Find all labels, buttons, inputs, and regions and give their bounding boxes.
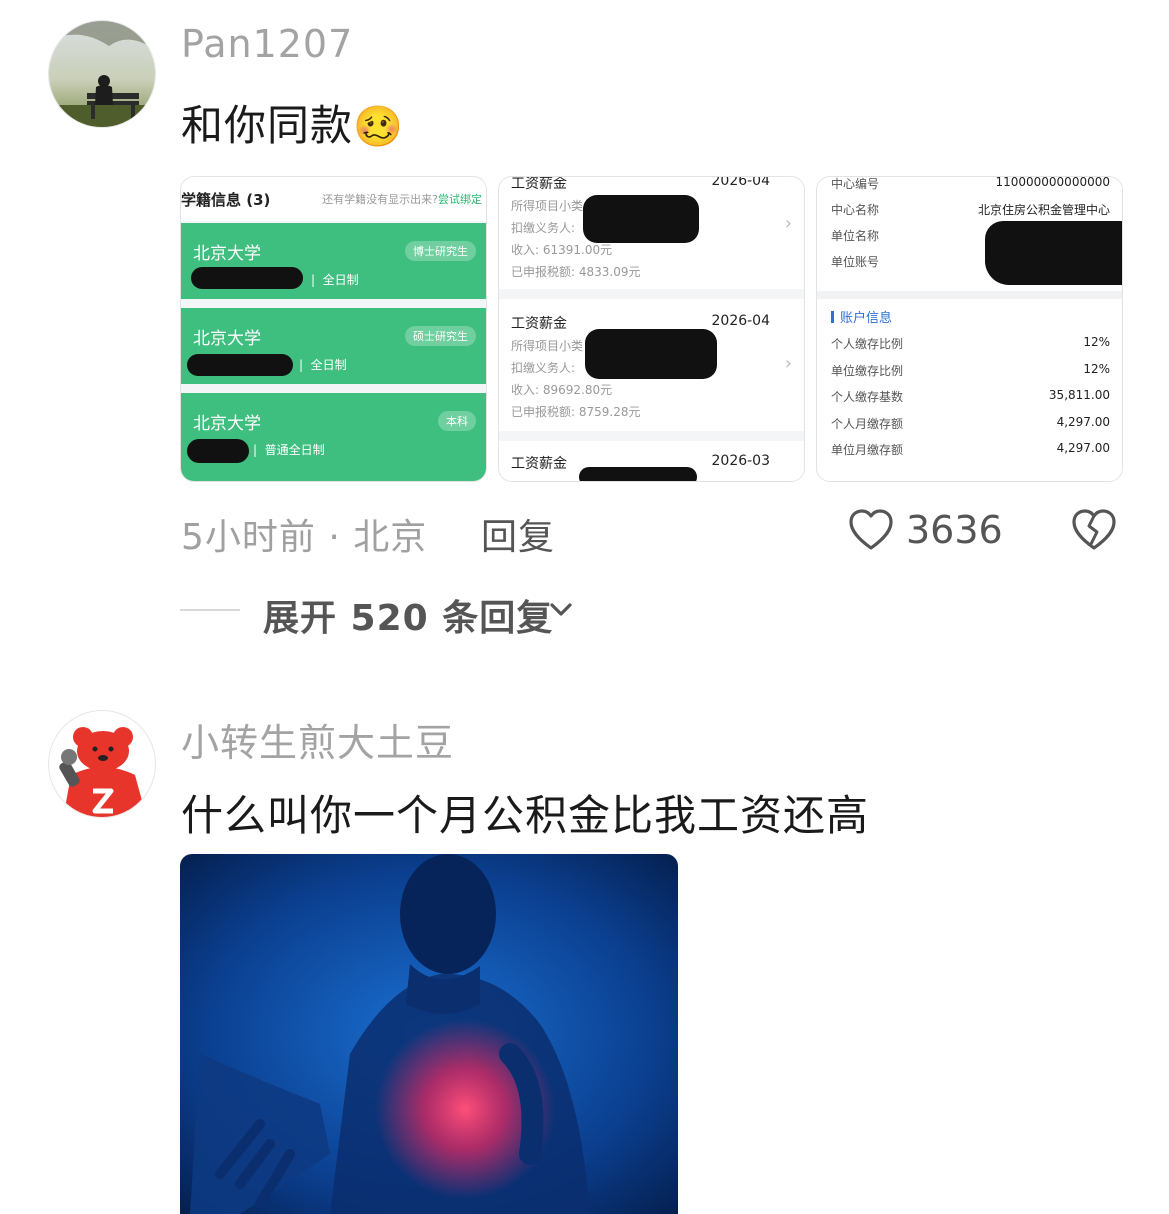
- school-card-title: 学籍信息 (3): [181, 190, 271, 209]
- bear-mascot-avatar: [59, 727, 147, 817]
- fund-row: 中心名称 北京住房公积金管理中心: [831, 203, 1110, 217]
- username[interactable]: 小转生煎大土豆: [181, 712, 454, 767]
- like-count: 3636: [906, 508, 1003, 552]
- fund-row: 个人月缴存额 4,297.00: [831, 415, 1110, 431]
- attachment-image-school-records[interactable]: 学籍信息 (3) 还有学籍没有显示出来?尝试绑定 北京大学 博士研究生 | 全日…: [180, 176, 487, 482]
- username[interactable]: Pan1207: [181, 22, 353, 66]
- chevron-down-icon[interactable]: [548, 600, 574, 620]
- redaction: [579, 467, 697, 481]
- salary-tax: 已申报税额: 4833.09元: [511, 265, 641, 279]
- school-name: 北京大学: [193, 414, 261, 434]
- study-mode: | 全日制: [311, 273, 359, 287]
- salary-title: 工资薪金: [511, 176, 567, 192]
- school-name: 北京大学: [193, 329, 261, 349]
- salary-date: 2026-04: [711, 176, 771, 189]
- school-entry: 北京大学 博士研究生 | 全日制: [181, 223, 486, 299]
- salary-item-label: 所得项目小类: [511, 339, 584, 353]
- chevron-right-icon: ›: [784, 353, 792, 374]
- fund-divider: [817, 291, 1122, 299]
- fund-row: 单位缴存比例 12%: [831, 362, 1110, 378]
- salary-entry: 工资薪金 2026-03: [499, 441, 804, 481]
- comment-body: 和你同款: [181, 101, 354, 150]
- degree-badge: 硕士研究生: [405, 326, 476, 346]
- salary-title: 工资薪金: [511, 456, 567, 472]
- study-mode: | 普通全日制: [253, 443, 325, 457]
- chevron-right-icon: ›: [784, 213, 792, 234]
- study-mode: | 全日制: [299, 358, 347, 372]
- reply-button[interactable]: 回复: [481, 508, 555, 560]
- fund-row: 中心编号 110000000000000: [831, 176, 1110, 191]
- expand-replies-button[interactable]: 展开 520 条回复: [263, 589, 553, 641]
- redaction: [187, 354, 293, 376]
- fund-section-title: 账户信息: [831, 307, 892, 326]
- attachment-image-heart-pain[interactable]: [180, 854, 678, 1214]
- redaction: [191, 267, 303, 289]
- school-card-header: 学籍信息 (3) 还有学籍没有显示出来?尝试绑定: [181, 177, 486, 221]
- expand-divider: [180, 609, 240, 611]
- fund-row: 个人缴存比例 12%: [831, 335, 1110, 351]
- emoji: 🥴: [353, 104, 404, 150]
- avatar[interactable]: [48, 710, 156, 818]
- redaction: [585, 329, 717, 379]
- salary-date: 2026-03: [711, 453, 771, 469]
- attachment-image-housing-fund[interactable]: 中心编号 110000000000000 中心名称 北京住房公积金管理中心 单位名称…: [816, 176, 1123, 482]
- salary-payer-label: 扣缴义务人:: [511, 221, 576, 235]
- school-entry: 北京大学 硕士研究生 | 全日制: [181, 308, 486, 384]
- fund-top-section: 中心编号 110000000000000 中心名称 北京住房公积金管理中心 单位名称…: [817, 176, 1122, 291]
- salary-payer-label: 扣缴义务人:: [511, 361, 576, 375]
- redaction: [583, 195, 699, 243]
- fund-row: 个人缴存基数 35,811.00: [831, 388, 1110, 404]
- attachment-image-salary-records[interactable]: 工资薪金 2026-04 所得项目小类 扣缴义务人: 收入: 61391.00元…: [498, 176, 805, 482]
- degree-badge: 本科: [438, 411, 476, 431]
- comment-text: 什么叫你一个月公积金比我工资还高: [181, 791, 870, 840]
- fund-account-section: 账户信息 个人缴存比例 12% 单位缴存比例 12% 个人缴存基数 35,811.00…: [817, 299, 1122, 481]
- salary-entry: 工资薪金 2026-04 所得项目小类 扣缴义务人: 收入: 61391.00元…: [499, 176, 804, 289]
- comment-meta: 5小时前 · 北京: [181, 517, 428, 558]
- school-entry: 北京大学 本科 | 普通全日制: [181, 393, 486, 481]
- salary-title: 工资薪金: [511, 316, 567, 332]
- comment-text: 和你同款🥴: [181, 92, 404, 153]
- salary-income: 收入: 61391.00元: [511, 243, 613, 257]
- bind-link: 尝试绑定: [438, 193, 482, 206]
- redaction: [187, 439, 249, 463]
- salary-date: 2026-04: [711, 313, 771, 329]
- salary-income: 收入: 89692.80元: [511, 383, 613, 397]
- salary-entry: 工资薪金 2026-04 所得项目小类 扣缴义务人: 收入: 89692.80元…: [499, 299, 804, 431]
- avatar[interactable]: [48, 20, 156, 128]
- broken-heart-icon[interactable]: [1070, 506, 1118, 554]
- salary-item-label: 所得项目小类: [511, 199, 584, 213]
- heart-icon[interactable]: [847, 506, 895, 554]
- heart-pain-illustration: [180, 854, 678, 1214]
- school-name: 北京大学: [193, 244, 261, 264]
- redaction: [985, 221, 1122, 285]
- degree-badge: 博士研究生: [405, 241, 476, 261]
- avatar-image: [49, 21, 155, 127]
- school-card-hint: 还有学籍没有显示出来?尝试绑定: [322, 193, 482, 206]
- fund-row: 单位月缴存额 4,297.00: [831, 441, 1110, 457]
- salary-tax: 已申报税额: 8759.28元: [511, 405, 641, 419]
